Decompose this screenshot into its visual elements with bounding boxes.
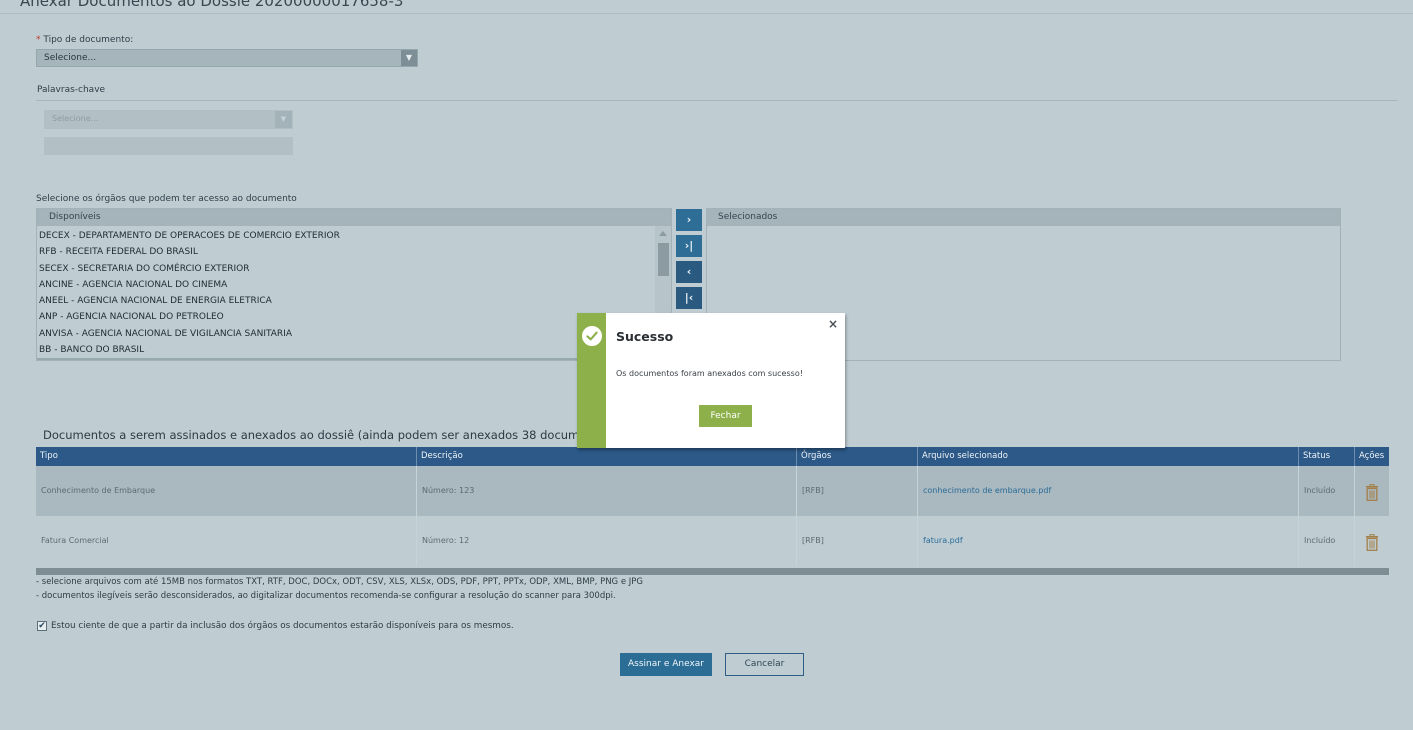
cell-arquivo-link[interactable]: fatura.pdf (917, 516, 1298, 566)
list-item[interactable]: ANCINE - AGENCIA NACIONAL DO CINEMA (39, 277, 340, 293)
doc-type-select-value: Selecione... (44, 53, 97, 63)
cell-descricao: Número: 123 (416, 466, 796, 516)
column-header-orgaos: Órgãos (796, 447, 917, 466)
selected-organs-header: Selecionados (707, 209, 1340, 226)
close-dialog-button[interactable]: Fechar (699, 405, 752, 427)
add-all-button[interactable]: ›| (676, 235, 702, 257)
cell-orgaos: [RFB] (796, 466, 917, 516)
available-organs-header: Disponíveis (37, 209, 671, 226)
success-dialog: Sucesso × Os documentos foram anexados c… (577, 313, 845, 448)
list-item[interactable]: RFB - RECEITA FEDERAL DO BRASIL (39, 244, 340, 260)
column-header-acoes: Ações (1354, 447, 1389, 466)
list-item[interactable]: ANP - AGENCIA NACIONAL DO PETROLEO (39, 309, 340, 325)
agreement-checkbox[interactable]: ✔ (37, 621, 47, 631)
cell-tipo: Fatura Comercial (41, 536, 109, 545)
cell-arquivo-link[interactable]: conhecimento de embarque.pdf (917, 466, 1298, 516)
scanner-note: - documentos ilegíveis serão desconsider… (36, 591, 616, 601)
cell-tipo: Conhecimento de Embarque (41, 486, 156, 495)
remove-all-button[interactable]: |‹ (676, 287, 702, 309)
trash-icon[interactable] (1365, 484, 1379, 501)
cell-acoes (1354, 466, 1389, 516)
required-mark: * (36, 35, 41, 45)
column-header-tipo: Tipo (40, 451, 58, 461)
table-row: Fatura Comercial Número: 12 [RFB] fatura… (36, 516, 1389, 566)
remove-one-button[interactable]: ‹ (676, 261, 702, 283)
agreement-label: Estou ciente de que a partir da inclusão… (51, 621, 514, 631)
scroll-up-arrow-icon[interactable] (659, 231, 667, 236)
keywords-label: Palavras-chave (37, 85, 106, 95)
cell-status: Incluído (1298, 516, 1354, 566)
cell-orgaos: [RFB] (796, 516, 917, 566)
list-bottom-border (37, 358, 671, 360)
add-one-button[interactable]: › (676, 209, 702, 231)
list-item[interactable]: BB - BANCO DO BRASIL (39, 342, 340, 358)
check-circle-icon (580, 324, 604, 348)
close-icon[interactable]: × (828, 317, 838, 331)
organs-label: Selecione os órgãos que podem ter acesso… (36, 194, 297, 204)
dialog-title: Sucesso (616, 329, 674, 344)
list-item[interactable]: ANVISA - AGENCIA NACIONAL DE VIGILANCIA … (39, 326, 340, 342)
documents-table: Tipo Descrição Órgãos Arquivo selecionad… (36, 447, 1389, 575)
list-item[interactable]: ANEEL - AGENCIA NACIONAL DE ENERGIA ELET… (39, 293, 340, 309)
doc-type-select[interactable]: Selecione... ▼ (36, 49, 418, 67)
file-format-note: - selecione arquivos com até 15MB nos fo… (36, 577, 643, 587)
cell-status: Incluído (1298, 466, 1354, 516)
keywords-input[interactable] (44, 137, 293, 155)
sign-and-attach-button[interactable]: Assinar e Anexar (620, 653, 712, 676)
chevron-down-icon[interactable]: ▼ (275, 111, 292, 128)
dialog-message: Os documentos foram anexados com sucesso… (616, 369, 803, 378)
keywords-divider (36, 100, 1398, 101)
doc-type-label: * Tipo de documento: (36, 35, 133, 45)
trash-icon[interactable] (1365, 534, 1379, 551)
chevron-down-icon[interactable]: ▼ (401, 50, 417, 66)
scrollbar-thumb[interactable] (658, 243, 669, 276)
cell-descricao: Número: 12 (416, 516, 796, 566)
table-horizontal-scrollbar[interactable] (36, 568, 1389, 575)
title-divider (0, 13, 1413, 14)
available-organs-items: DECEX - DEPARTAMENTO DE OPERACOES DE COM… (39, 228, 340, 358)
keywords-select[interactable]: Selecione... ▼ (44, 110, 293, 129)
cancel-button[interactable]: Cancelar (725, 653, 804, 676)
table-header: Tipo Descrição Órgãos Arquivo selecionad… (36, 447, 1389, 466)
table-row: Conhecimento de Embarque Número: 123 [RF… (36, 466, 1389, 516)
page-title: Anexar Documentos ao Dossiê 202000000176… (20, 0, 404, 10)
doc-type-label-text: Tipo de documento: (43, 35, 134, 45)
column-header-status: Status (1298, 447, 1354, 466)
list-item[interactable]: DECEX - DEPARTAMENTO DE OPERACOES DE COM… (39, 228, 340, 244)
cell-acoes (1354, 516, 1389, 566)
keywords-select-value: Selecione... (52, 114, 99, 123)
list-item[interactable]: SECEX - SECRETARIA DO COMÉRCIO EXTERIOR (39, 261, 340, 277)
column-header-arquivo: Arquivo selecionado (917, 447, 1298, 466)
column-header-descricao: Descrição (416, 447, 796, 466)
